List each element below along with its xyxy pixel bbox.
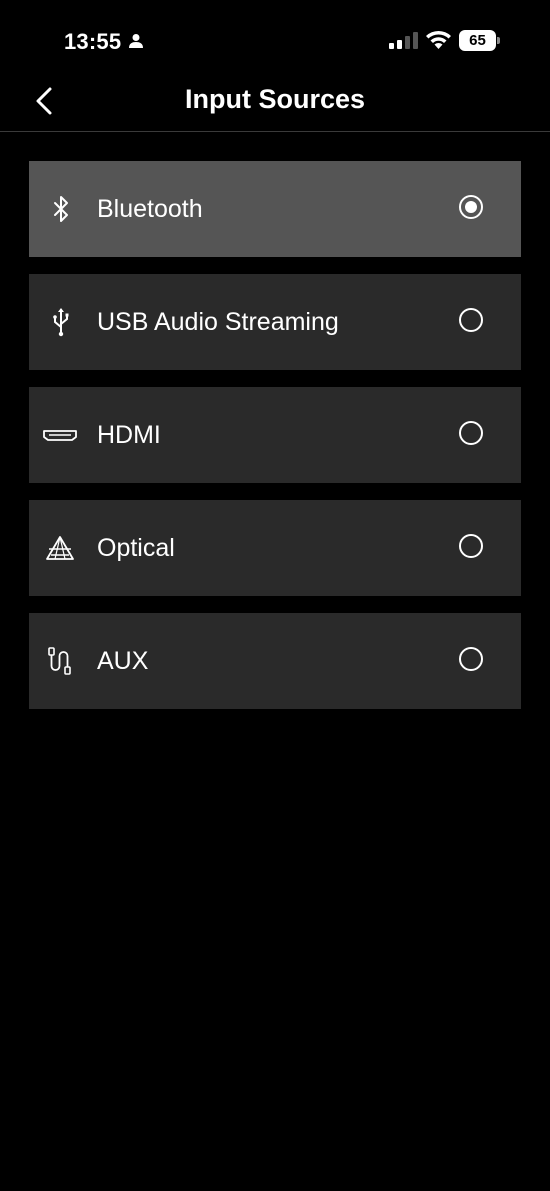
source-label: USB Audio Streaming <box>97 308 339 336</box>
optical-icon <box>46 536 74 560</box>
source-label: Bluetooth <box>97 195 203 223</box>
radio-button[interactable] <box>459 647 483 671</box>
battery-icon: 65 <box>459 30 501 51</box>
source-item-optical[interactable]: Optical <box>29 500 521 596</box>
source-label: HDMI <box>97 421 161 449</box>
usb-icon <box>53 308 69 337</box>
source-item-hdmi[interactable]: HDMI <box>29 387 521 483</box>
status-time: 13:55 <box>64 29 122 54</box>
input-source-list: Bluetooth USB Audio Streaming HDMI Optic… <box>29 161 521 726</box>
battery-cap <box>497 37 500 44</box>
wifi-icon <box>426 30 451 49</box>
radio-button[interactable] <box>459 421 483 445</box>
source-label: AUX <box>97 647 149 675</box>
cellular-signal-icon <box>389 32 418 49</box>
radio-button[interactable] <box>459 308 483 332</box>
hdmi-icon <box>43 430 77 441</box>
page-title: Input Sources <box>184 84 366 114</box>
radio-selected-dot <box>465 201 477 213</box>
person-icon <box>129 34 143 48</box>
aux-cable-icon <box>48 647 71 675</box>
source-item-usb-audio-streaming[interactable]: USB Audio Streaming <box>29 274 521 370</box>
bluetooth-icon <box>54 196 68 222</box>
radio-button[interactable] <box>459 534 483 558</box>
status-bar: 13:55 65 <box>0 0 550 80</box>
nav-header: Input Sources <box>0 80 550 132</box>
source-item-bluetooth[interactable]: Bluetooth <box>29 161 521 257</box>
source-label: Optical <box>97 534 175 562</box>
radio-button[interactable] <box>459 195 483 219</box>
source-item-aux[interactable]: AUX <box>29 613 521 709</box>
battery-level: 65 <box>459 30 496 51</box>
